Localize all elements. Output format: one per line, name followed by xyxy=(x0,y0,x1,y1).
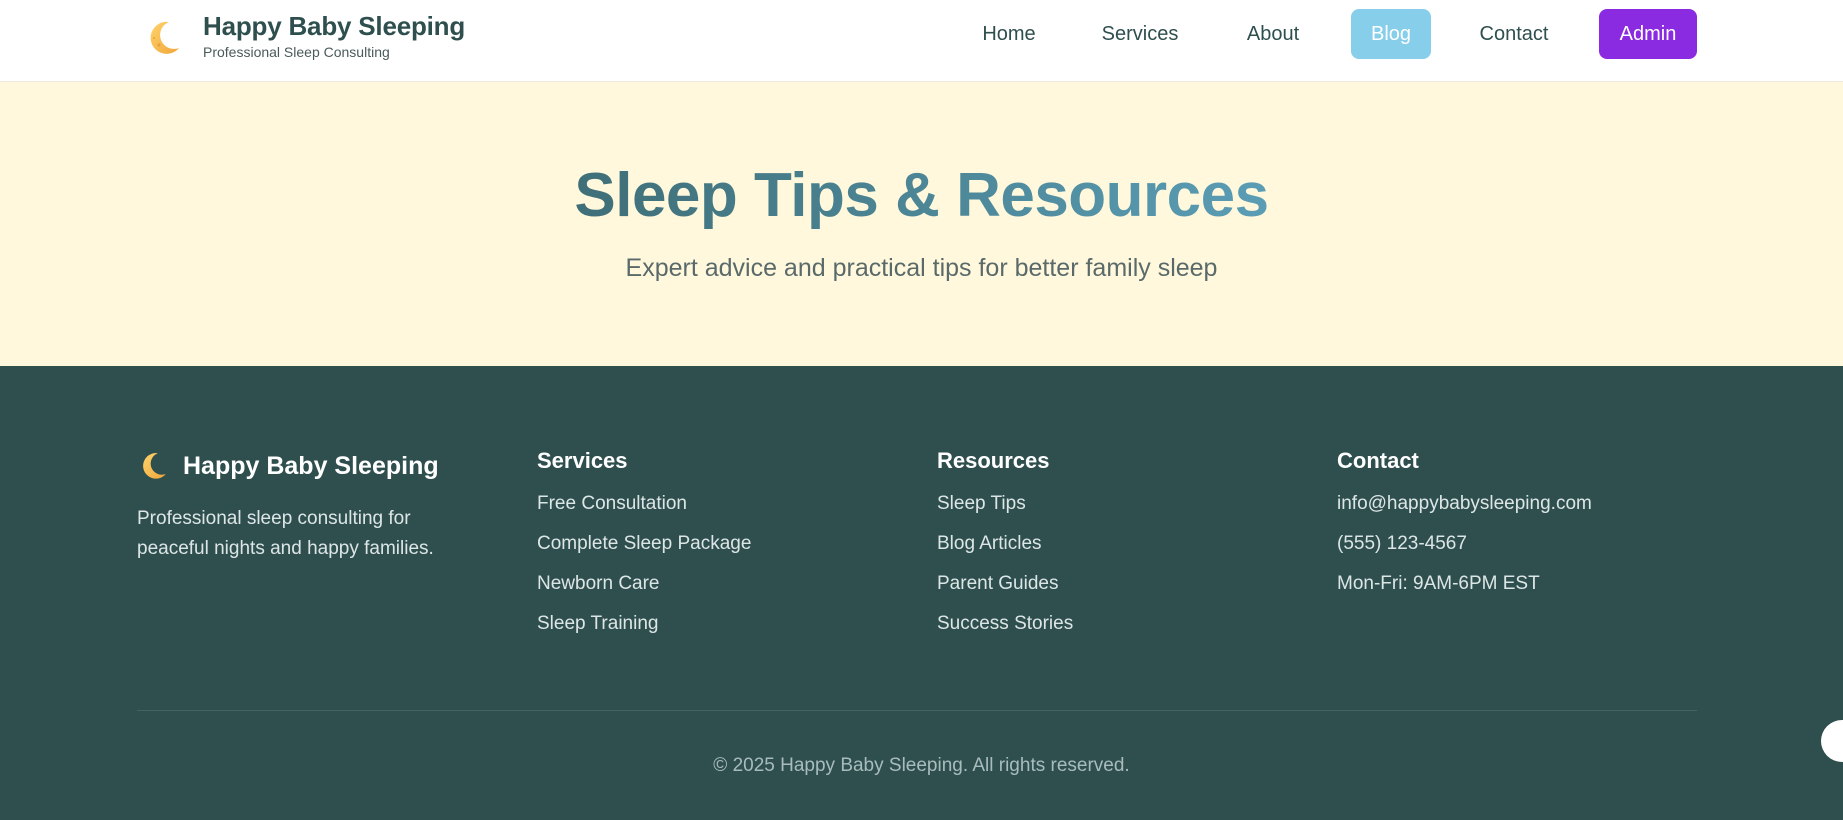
footer-heading-resources: Resources xyxy=(937,448,1050,473)
footer-link-parent-guides[interactable]: Parent Guides xyxy=(937,572,1073,596)
footer-contact-email[interactable]: info@happybabysleeping.com xyxy=(1337,492,1592,516)
footer-brand-title: Happy Baby Sleeping xyxy=(183,451,439,480)
nav-home[interactable]: Home xyxy=(962,9,1056,59)
footer-link-free-consultation[interactable]: Free Consultation xyxy=(537,492,751,516)
footer-link-sleep-training[interactable]: Sleep Training xyxy=(537,612,751,636)
page-subtitle: Expert advice and practical tips for bet… xyxy=(625,254,1218,282)
nav-services[interactable]: Services xyxy=(1092,9,1188,59)
footer-link-success-stories[interactable]: Success Stories xyxy=(937,612,1073,636)
footer-brand-column: Happy Baby Sleeping Professional sleep c… xyxy=(137,450,467,564)
nav-about[interactable]: About xyxy=(1232,9,1314,59)
footer-contact-hours: Mon-Fri: 9AM-6PM EST xyxy=(1337,573,1540,594)
footer-copyright: © 2025 Happy Baby Sleeping. All rights r… xyxy=(713,755,1130,776)
moon-icon xyxy=(150,21,179,54)
brand-subtitle: Professional Sleep Consulting xyxy=(203,44,390,60)
footer-link-complete-sleep-package[interactable]: Complete Sleep Package xyxy=(537,532,751,556)
footer-link-newborn-care[interactable]: Newborn Care xyxy=(537,572,751,596)
footer-heading-services: Services xyxy=(537,448,628,473)
footer-heading-contact: Contact xyxy=(1337,448,1419,473)
footer-contact-column: Contact info@happybabysleeping.com (555)… xyxy=(1337,448,1592,612)
hero-section: Sleep Tips & Resources Expert advice and… xyxy=(0,82,1843,366)
site-header: Happy Baby Sleeping Professional Sleep C… xyxy=(0,0,1843,82)
nav-contact[interactable]: Contact xyxy=(1466,9,1562,59)
admin-button[interactable]: Admin xyxy=(1599,9,1697,59)
site-footer: Happy Baby Sleeping Professional sleep c… xyxy=(0,366,1843,820)
nav-blog[interactable]: Blog xyxy=(1351,9,1431,59)
footer-resources-column: Resources Sleep Tips Blog Articles Paren… xyxy=(937,448,1073,652)
moon-icon xyxy=(143,453,166,479)
brand-title: Happy Baby Sleeping xyxy=(203,11,466,41)
footer-services-column: Services Free Consultation Complete Slee… xyxy=(537,448,751,652)
footer-link-blog-articles[interactable]: Blog Articles xyxy=(937,532,1073,556)
page-title: Sleep Tips & Resources xyxy=(574,161,1269,230)
footer-link-sleep-tips[interactable]: Sleep Tips xyxy=(937,492,1073,516)
footer-description: Professional sleep consulting for peacef… xyxy=(137,508,434,559)
footer-divider xyxy=(137,710,1697,711)
brand-logo-link[interactable]: Happy Baby Sleeping Professional Sleep C… xyxy=(143,12,465,60)
footer-contact-phone[interactable]: (555) 123-4567 xyxy=(1337,532,1592,556)
